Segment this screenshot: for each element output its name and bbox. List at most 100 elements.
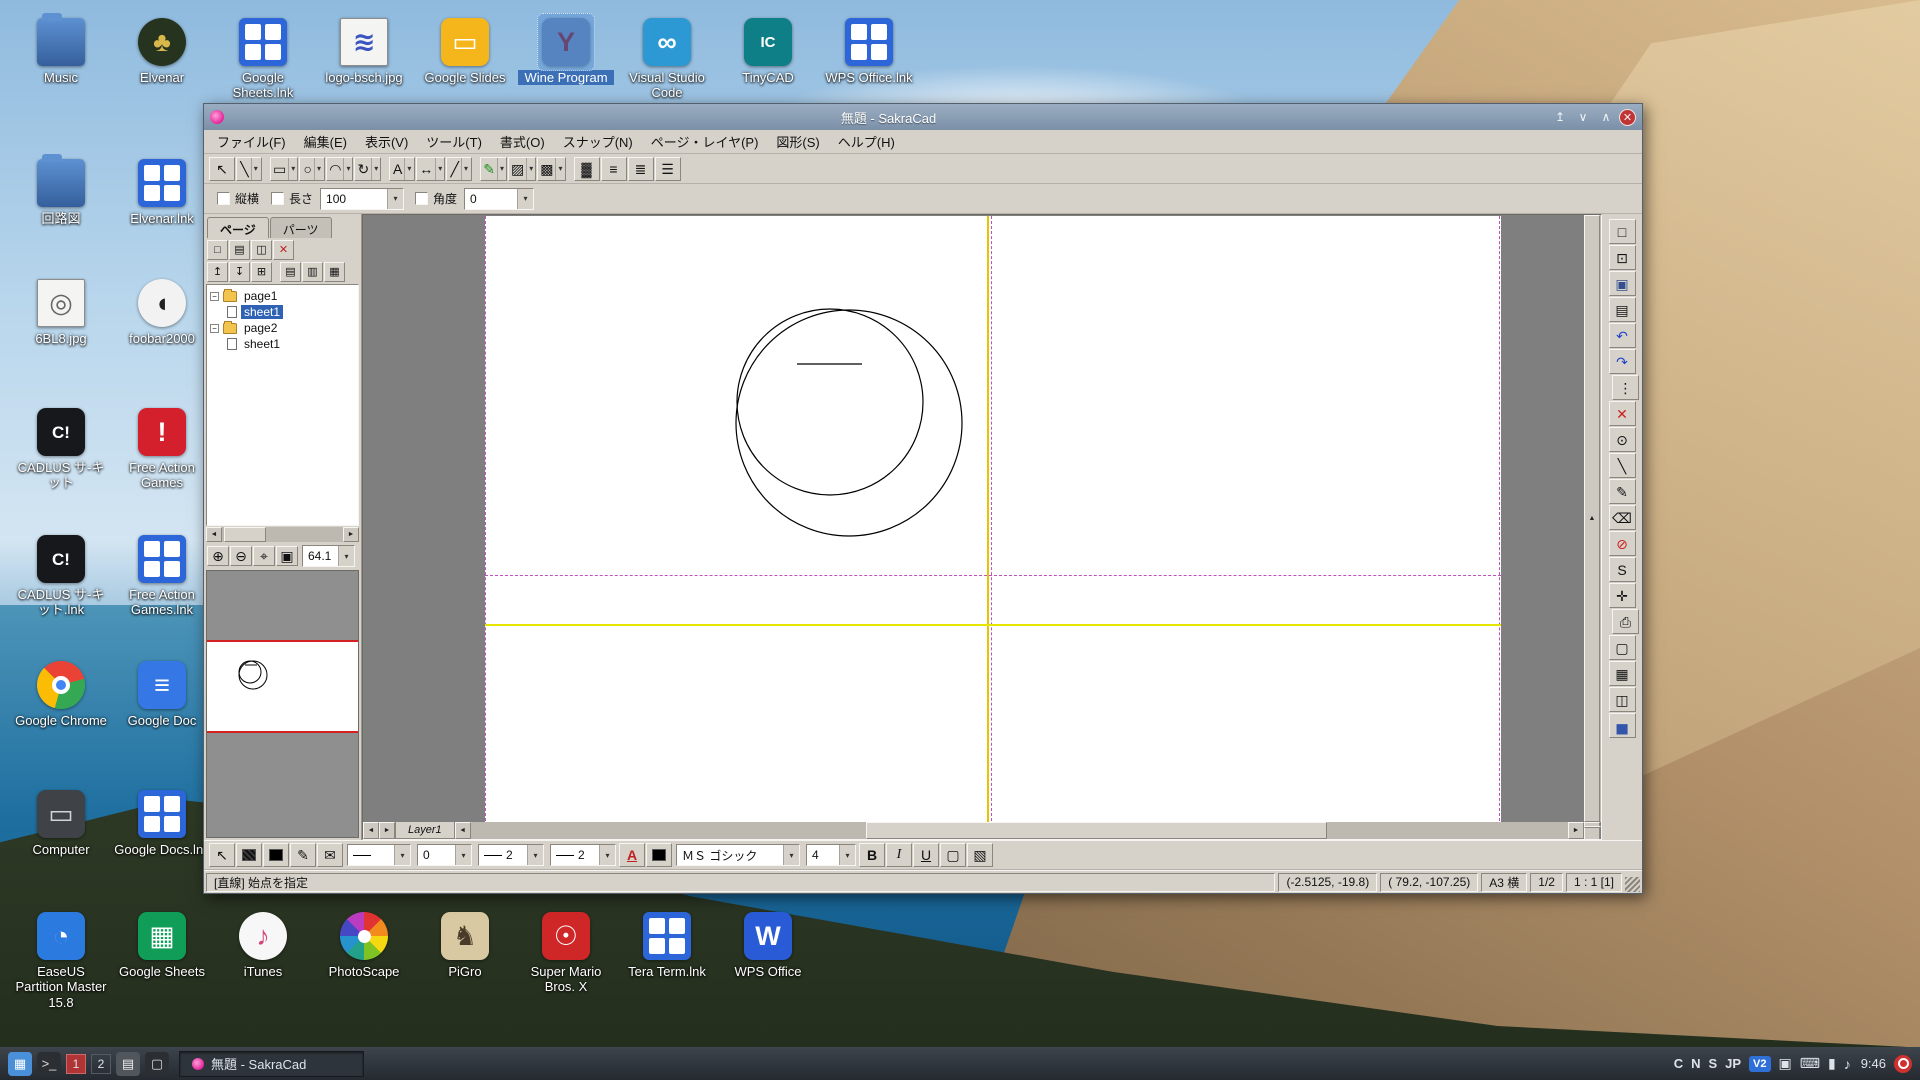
vertical-scrollbar[interactable]: ▲ ▼	[1584, 215, 1601, 822]
display-tray-icon[interactable]: ▣	[1779, 1055, 1792, 1072]
scroll-up-button[interactable]: ▲	[1584, 215, 1600, 822]
layer-list-button-3[interactable]: ☰	[655, 157, 681, 181]
desktop-icon-tinycad[interactable]: ICTinyCAD	[720, 18, 816, 85]
center-snap-button[interactable]: ⊙	[1609, 427, 1636, 452]
redo-button[interactable]: ↷	[1609, 349, 1636, 374]
sheet-list-button-3[interactable]: ▦	[324, 262, 345, 282]
workspace-1[interactable]: 1	[66, 1054, 86, 1074]
tree-expander-icon[interactable]: −	[210, 292, 219, 301]
ime-status-n[interactable]: N	[1691, 1056, 1700, 1071]
workspace-2[interactable]: 2	[91, 1054, 111, 1074]
dropdown-arrow-icon[interactable]: ▾	[497, 158, 504, 180]
layer-list-button-1[interactable]: ≡	[601, 157, 627, 181]
close-button[interactable]: ✕	[1619, 109, 1636, 126]
grid-view-button[interactable]: ▦	[1609, 661, 1636, 686]
tree-node-3[interactable]: sheet1	[207, 336, 358, 352]
dropdown-arrow-icon[interactable]: ▾	[338, 546, 354, 566]
menu-item-4[interactable]: 書式(O)	[491, 130, 554, 153]
desktop-icon-foobar2000[interactable]: ◖foobar2000	[114, 279, 210, 346]
bg-color-button[interactable]	[646, 843, 672, 867]
layer-tab[interactable]: Layer1	[395, 822, 455, 839]
zoom-combo[interactable]: 64.1 ▾	[302, 545, 355, 567]
pencil-button[interactable]: ✎	[1609, 479, 1636, 504]
dropdown-arrow-icon[interactable]: ▾	[387, 189, 403, 209]
move-down-button[interactable]: ↧	[229, 262, 250, 282]
titlebar[interactable]: 無題 - SakraCad ↥ ∨ ∧ ✕	[204, 104, 1642, 130]
bold-button[interactable]: B	[859, 843, 885, 867]
desktop-icon-6bl8-jpg[interactable]: ◎6BL8.jpg	[13, 279, 109, 346]
angle-combo[interactable]: 0 ▾	[464, 188, 534, 210]
ime-status-jp[interactable]: JP	[1725, 1056, 1741, 1071]
page-view-button[interactable]: ▢	[1609, 635, 1636, 660]
menu-item-2[interactable]: 表示(V)	[356, 130, 417, 153]
font-combo[interactable]: ＭＳ ゴシック ▾	[676, 844, 800, 866]
dropdown-arrow-icon[interactable]: ▾	[455, 845, 471, 865]
open-file-button[interactable]: ⊡	[1609, 245, 1636, 270]
gradient-button[interactable]: ▓	[574, 157, 600, 181]
dropdown-arrow-icon[interactable]: ▾	[251, 158, 258, 180]
dropdown-arrow-icon[interactable]: ▾	[527, 845, 543, 865]
select-tool-button[interactable]: ↖	[209, 157, 235, 181]
notification-tray-icon[interactable]: ▮	[1828, 1055, 1836, 1072]
maximize-button[interactable]: ∧	[1596, 108, 1616, 126]
menu-item-3[interactable]: ツール(T)	[417, 130, 491, 153]
sheet-prev-button[interactable]: ◄	[363, 822, 379, 839]
desktop-icon-free-action-games-lnk[interactable]: Free Action Games.lnk	[114, 535, 210, 618]
pen-width-combo[interactable]: 0 ▾	[417, 844, 472, 866]
copy-page-button[interactable]: ◫	[251, 240, 272, 260]
angle-checkbox[interactable]	[415, 192, 428, 205]
dropdown-arrow-icon[interactable]: ▾	[783, 845, 799, 865]
canvas[interactable]: ▲ ▼ ◄ ► Layer1 ◄ ►	[362, 214, 1602, 840]
underline-button[interactable]: U	[913, 843, 939, 867]
tree-node-0[interactable]: −page1	[207, 288, 358, 304]
shade-button[interactable]: ↥	[1550, 108, 1570, 126]
sh-mode-button[interactable]: S	[1609, 557, 1636, 582]
dropdown-arrow-icon[interactable]: ▾	[343, 158, 350, 180]
sheet-list-button-1[interactable]: ▤	[280, 262, 301, 282]
tree-scroll-track[interactable]	[222, 527, 343, 542]
trim-tool-button[interactable]: ╱▾	[446, 157, 472, 181]
resize-grip[interactable]	[1625, 877, 1640, 892]
ime-mozc-badge[interactable]: V2	[1749, 1056, 1770, 1072]
desktop-icon-itunes[interactable]: ♪iTunes	[215, 912, 311, 979]
desktop-icon-wps-office[interactable]: WWPS Office	[720, 912, 816, 979]
desktop-icon-logo-bsch-jpg[interactable]: ≋logo-bsch.jpg	[316, 18, 412, 85]
ime-status-s[interactable]: S	[1708, 1056, 1717, 1071]
desktop-icon-computer[interactable]: ▭Computer	[13, 790, 109, 857]
file-manager-button[interactable]: ▤	[116, 1052, 140, 1076]
save-file-button[interactable]: ▣	[1609, 271, 1636, 296]
move-up-button[interactable]: ↥	[207, 262, 228, 282]
task-button-sakracad[interactable]: 無題 - SakraCad	[179, 1051, 364, 1077]
print-button[interactable]: ⎙	[1612, 609, 1639, 634]
desktop-icon-google-chrome[interactable]: Google Chrome	[13, 661, 109, 728]
desktop-icon-photoscape[interactable]: PhotoScape	[316, 912, 412, 979]
cross-move-button[interactable]: ✛	[1609, 583, 1636, 608]
volume-tray-icon[interactable]: ♪	[1844, 1056, 1851, 1072]
dots-button[interactable]: ⋮	[1612, 375, 1639, 400]
dropdown-arrow-icon[interactable]: ▾	[599, 845, 615, 865]
aspect-checkbox[interactable]	[217, 192, 230, 205]
tab-parts[interactable]: パーツ	[270, 217, 332, 238]
tree-node-2[interactable]: −page2	[207, 320, 358, 336]
dropdown-arrow-icon[interactable]: ▾	[435, 158, 442, 180]
desktop-icon-google-sheets-lnk[interactable]: Google Sheets.lnk	[215, 18, 311, 101]
new-file-button[interactable]: □	[1609, 219, 1636, 244]
hscroll-left-button[interactable]: ◄	[455, 822, 471, 839]
rotate-tool-button[interactable]: ↻▾	[354, 157, 381, 181]
mail-button[interactable]: ✉	[317, 843, 343, 867]
drawing-page[interactable]	[485, 216, 1501, 826]
tree-scroll-thumb[interactable]	[224, 527, 265, 542]
desktop-icon-music[interactable]: Music	[13, 18, 109, 85]
dropdown-arrow-icon[interactable]: ▾	[526, 158, 533, 180]
pen-color-tool-button[interactable]: ✎▾	[480, 157, 507, 181]
line-color-button[interactable]	[263, 843, 289, 867]
dropdown-arrow-icon[interactable]: ▾	[555, 158, 562, 180]
desktop-icon-google-doc[interactable]: ≡Google Doc	[114, 661, 210, 728]
fill-tool-button[interactable]: ▩▾	[537, 157, 565, 181]
minimize-button[interactable]: ∨	[1573, 108, 1593, 126]
menu-button[interactable]: ▦	[8, 1052, 32, 1076]
preview-pane[interactable]	[206, 570, 359, 838]
select-mode-button[interactable]: ↖	[209, 843, 235, 867]
ime-status-c[interactable]: C	[1674, 1056, 1683, 1071]
dropdown-arrow-icon[interactable]: ▾	[839, 845, 855, 865]
